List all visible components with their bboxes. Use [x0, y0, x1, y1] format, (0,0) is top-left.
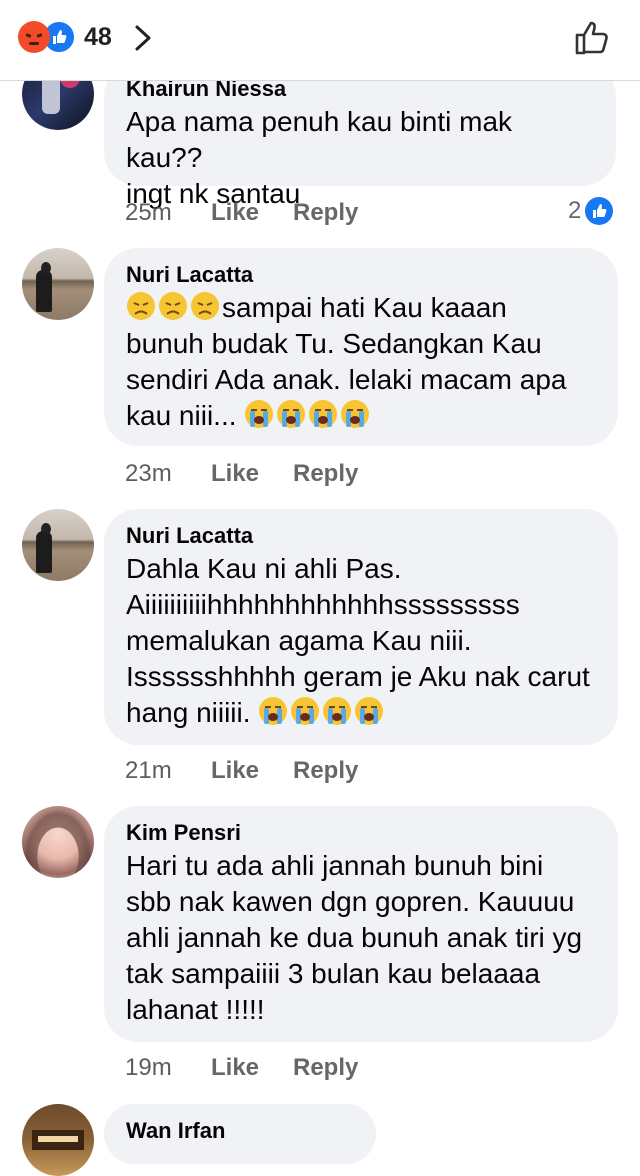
- emoji-weary-icon: [126, 292, 158, 323]
- comment-bubble: Nuri Lacatta sampai hati Kau kaaan bunuh…: [104, 248, 618, 446]
- emoji-weary-icon: [158, 292, 190, 323]
- emoji-crying-icon: [340, 400, 372, 431]
- like-button[interactable]: Like: [211, 757, 293, 785]
- commenter-name[interactable]: Nuri Lacatta: [126, 262, 596, 288]
- like-reaction-icon: [585, 197, 614, 225]
- comment-text: Dahla Kau ni ahli Pas. Aiiiiiiiiiihhhhhh…: [126, 551, 596, 731]
- comment-actions: 25m Like Reply: [125, 199, 358, 227]
- commenter-name[interactable]: Kim Pensri: [126, 820, 596, 846]
- reply-button[interactable]: Reply: [293, 199, 358, 227]
- comment-time: 21m: [125, 757, 172, 784]
- avatar[interactable]: [22, 1104, 94, 1176]
- avatar[interactable]: [22, 509, 94, 581]
- emoji-crying-icon: [322, 697, 354, 728]
- reply-button[interactable]: Reply: [293, 460, 358, 488]
- like-button[interactable]: Like: [211, 1054, 293, 1082]
- comment-actions: 21m Like Reply: [125, 757, 358, 785]
- reply-button[interactable]: Reply: [293, 1054, 358, 1082]
- reaction-count: 48: [84, 22, 112, 51]
- emoji-crying-icon: [237, 400, 277, 431]
- commenter-name[interactable]: Nuri Lacatta: [126, 523, 596, 549]
- comment-actions: 19m Like Reply: [125, 1054, 358, 1082]
- comment-text: Hari tu ada ahli jannah bunuh bini sbb n…: [126, 850, 583, 1025]
- comment-text: Apa nama penuh kau binti mak kau?? ingt …: [126, 106, 513, 209]
- like-button[interactable]: Like: [211, 199, 293, 227]
- like-count: 2: [568, 197, 582, 224]
- commenter-name[interactable]: Wan Irfan: [126, 1118, 354, 1144]
- comment-time: 25m: [125, 199, 172, 226]
- chevron-right-icon[interactable]: [134, 24, 152, 52]
- emoji-crying-icon: [354, 697, 386, 728]
- emoji-crying-icon: [251, 697, 291, 728]
- comment-time: 23m: [125, 460, 172, 487]
- emoji-crying-icon: [308, 400, 340, 431]
- reply-button[interactable]: Reply: [293, 757, 358, 785]
- comment-bubble: Nuri Lacatta Dahla Kau ni ahli Pas. Aiii…: [104, 509, 618, 745]
- comment-text: sampai hati Kau kaaan bunuh budak Tu. Se…: [126, 290, 596, 434]
- reaction-summary[interactable]: 48: [18, 20, 112, 54]
- comment-reaction-count[interactable]: 2: [568, 197, 614, 225]
- emoji-crying-icon: [290, 697, 322, 728]
- comment-time: 19m: [125, 1054, 172, 1081]
- emoji-crying-icon: [276, 400, 308, 431]
- like-button[interactable]: Like: [211, 460, 293, 488]
- comment-actions: 23m Like Reply: [125, 460, 358, 488]
- avatar[interactable]: [22, 248, 94, 320]
- thumbs-up-outline-icon[interactable]: [572, 18, 612, 58]
- angry-reaction-icon: [18, 21, 50, 53]
- comment-bubble: Kim Pensri Hari tu ada ahli jannah bunuh…: [104, 806, 618, 1042]
- emoji-weary-icon: [190, 292, 222, 323]
- avatar[interactable]: [22, 806, 94, 878]
- comment-bubble: Wan Irfan: [104, 1104, 376, 1164]
- reactions-header: 48: [0, 0, 640, 81]
